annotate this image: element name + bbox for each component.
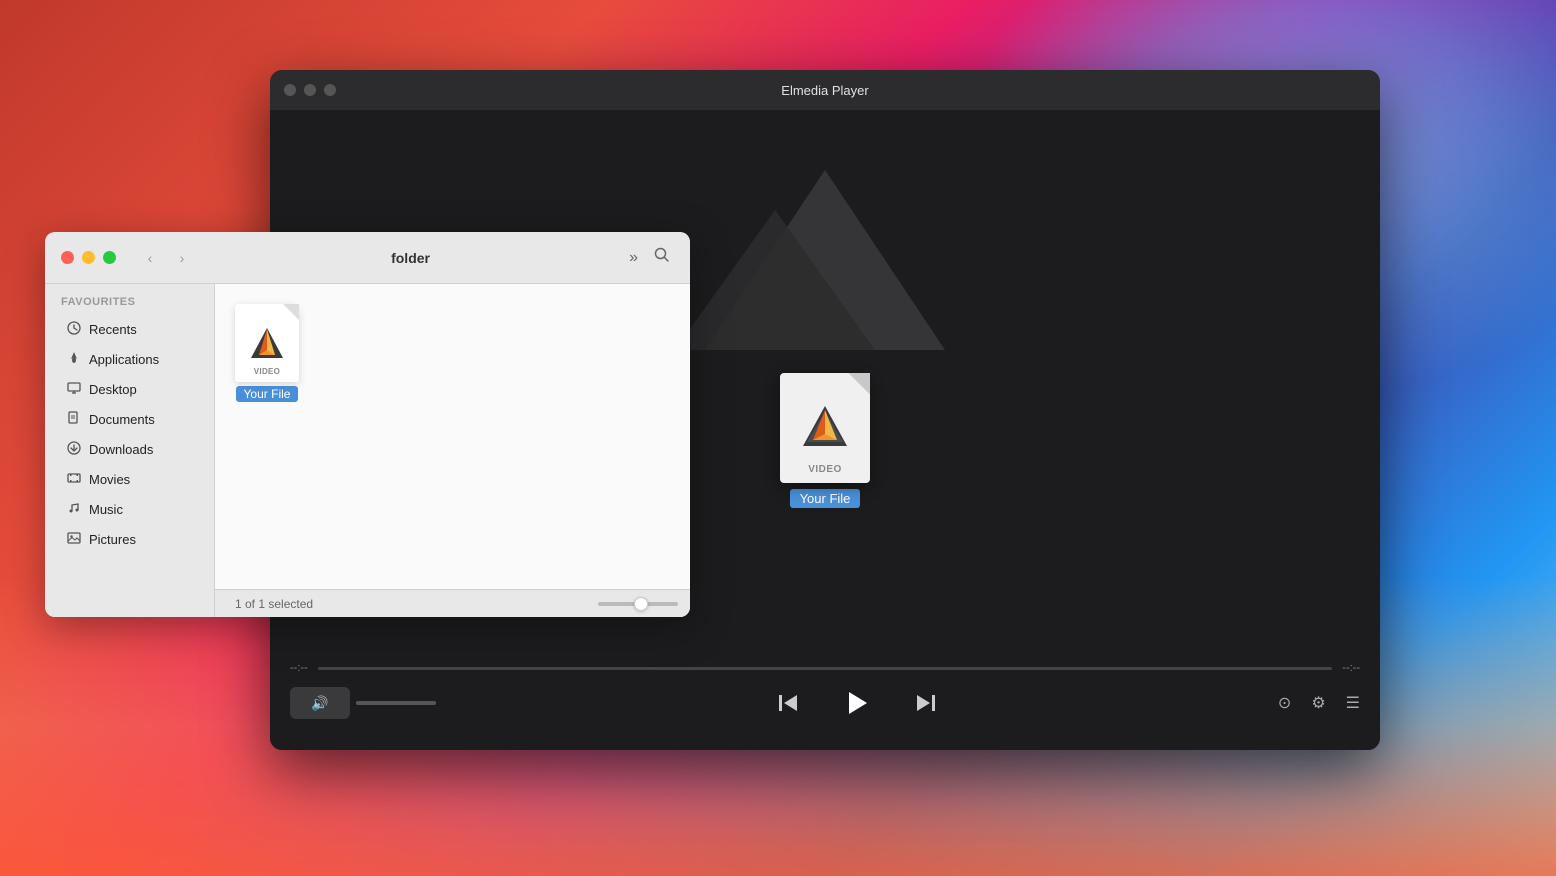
- player-file-name-badge: Your File: [790, 489, 861, 508]
- documents-icon: [67, 411, 81, 428]
- finder-statusbar: 1 of 1 selected: [215, 589, 690, 617]
- sidebar-item-pictures[interactable]: Pictures: [51, 525, 208, 554]
- sidebar-item-documents[interactable]: Documents: [51, 405, 208, 434]
- finder-titlebar: ‹ › folder »: [45, 232, 690, 284]
- settings-button[interactable]: ⚙: [1311, 693, 1325, 713]
- player-title: Elmedia Player: [781, 83, 868, 98]
- player-file-doc: VIDEO: [780, 373, 870, 483]
- music-label: Music: [89, 502, 123, 517]
- volume-group: 🔊: [290, 687, 436, 719]
- progress-track[interactable]: [318, 667, 1333, 670]
- music-icon: [67, 501, 81, 518]
- sidebar-section-label: Favourites: [45, 296, 214, 314]
- recents-label: Recents: [89, 322, 137, 337]
- play-icon: [843, 689, 871, 717]
- download-icon: [67, 441, 81, 455]
- desktop-icon: [67, 381, 81, 398]
- right-controls: ⊙ ⚙ ☰: [1278, 693, 1360, 713]
- file-type-label: VIDEO: [254, 367, 280, 376]
- finder-search-button[interactable]: [650, 243, 674, 272]
- file-doc-icon: VIDEO: [235, 304, 299, 382]
- finder-minimize-button[interactable]: [82, 251, 95, 264]
- prev-icon: [777, 692, 799, 714]
- rocket-icon: [67, 351, 81, 365]
- file-item[interactable]: VIDEO Your File: [235, 304, 299, 402]
- selection-status: 1 of 1 selected: [235, 597, 313, 611]
- volume-icon: 🔊: [311, 695, 328, 712]
- sidebar-item-downloads[interactable]: Downloads: [51, 435, 208, 464]
- film-icon: [67, 471, 81, 485]
- elmedia-logo-large: [799, 402, 851, 454]
- zoom-slider[interactable]: [598, 602, 678, 606]
- file-name-badge: Your File: [236, 386, 299, 402]
- finder-nav-buttons: ‹ ›: [136, 244, 196, 272]
- clock-icon: [67, 321, 81, 335]
- finder-traffic-lights: [61, 251, 116, 264]
- player-file-type-label: VIDEO: [808, 464, 842, 475]
- finder-path-title: folder: [208, 250, 613, 266]
- pictures-label: Pictures: [89, 532, 136, 547]
- sidebar-item-applications[interactable]: Applications: [51, 345, 208, 374]
- downloads-icon: [67, 441, 81, 458]
- play-button[interactable]: [836, 682, 878, 724]
- finder-main: VIDEO Your File 1 of 1 selected: [215, 284, 690, 617]
- player-minimize-button[interactable]: [304, 84, 316, 96]
- next-icon: [915, 692, 937, 714]
- next-button[interactable]: [908, 685, 944, 721]
- zoom-thumb: [634, 597, 648, 611]
- finder-back-button[interactable]: ‹: [136, 244, 164, 272]
- progress-bar-area: --:-- --:--: [290, 650, 1360, 682]
- image-icon: [67, 531, 81, 545]
- applications-label: Applications: [89, 352, 159, 367]
- player-file-item: VIDEO Your File: [780, 373, 870, 508]
- playlist-button[interactable]: ☰: [1346, 693, 1360, 713]
- finder-sidebar: Favourites Recents: [45, 284, 215, 617]
- playback-controls: [770, 682, 944, 724]
- player-maximize-button[interactable]: [324, 84, 336, 96]
- recents-icon: [67, 321, 81, 338]
- player-close-button[interactable]: [284, 84, 296, 96]
- controls-row: 🔊: [290, 682, 1360, 734]
- pictures-icon: [67, 531, 81, 548]
- finder-window: ‹ › folder » Favourites: [45, 232, 690, 617]
- applications-icon: [67, 351, 81, 368]
- desktop-label: Desktop: [89, 382, 137, 397]
- sidebar-item-movies[interactable]: Movies: [51, 465, 208, 494]
- player-controls: --:-- --:-- 🔊: [270, 650, 1380, 750]
- finder-close-button[interactable]: [61, 251, 74, 264]
- volume-button[interactable]: 🔊: [290, 687, 350, 719]
- movies-icon: [67, 471, 81, 488]
- player-traffic-lights: [284, 84, 336, 96]
- previous-button[interactable]: [770, 685, 806, 721]
- finder-forward-button[interactable]: ›: [168, 244, 196, 272]
- finder-content: VIDEO Your File: [215, 284, 690, 589]
- finder-body: Favourites Recents: [45, 284, 690, 617]
- doc-icon: [67, 411, 81, 425]
- elmedia-logo-small: [249, 325, 285, 361]
- player-titlebar: Elmedia Player: [270, 70, 1380, 110]
- monitor-icon: [67, 381, 81, 395]
- finder-more-button[interactable]: »: [625, 245, 642, 271]
- search-icon: [654, 247, 670, 263]
- airplay-button[interactable]: ⊙: [1278, 693, 1291, 713]
- finder-maximize-button[interactable]: [103, 251, 116, 264]
- sidebar-item-music[interactable]: Music: [51, 495, 208, 524]
- downloads-label: Downloads: [89, 442, 153, 457]
- sidebar-item-desktop[interactable]: Desktop: [51, 375, 208, 404]
- finder-toolbar-right: »: [625, 243, 674, 272]
- sidebar-item-recents[interactable]: Recents: [51, 315, 208, 344]
- volume-slider[interactable]: [356, 701, 436, 705]
- time-end-label: --:--: [1342, 662, 1360, 674]
- movies-label: Movies: [89, 472, 130, 487]
- note-icon: [67, 501, 81, 515]
- time-start-label: --:--: [290, 662, 308, 674]
- documents-label: Documents: [89, 412, 155, 427]
